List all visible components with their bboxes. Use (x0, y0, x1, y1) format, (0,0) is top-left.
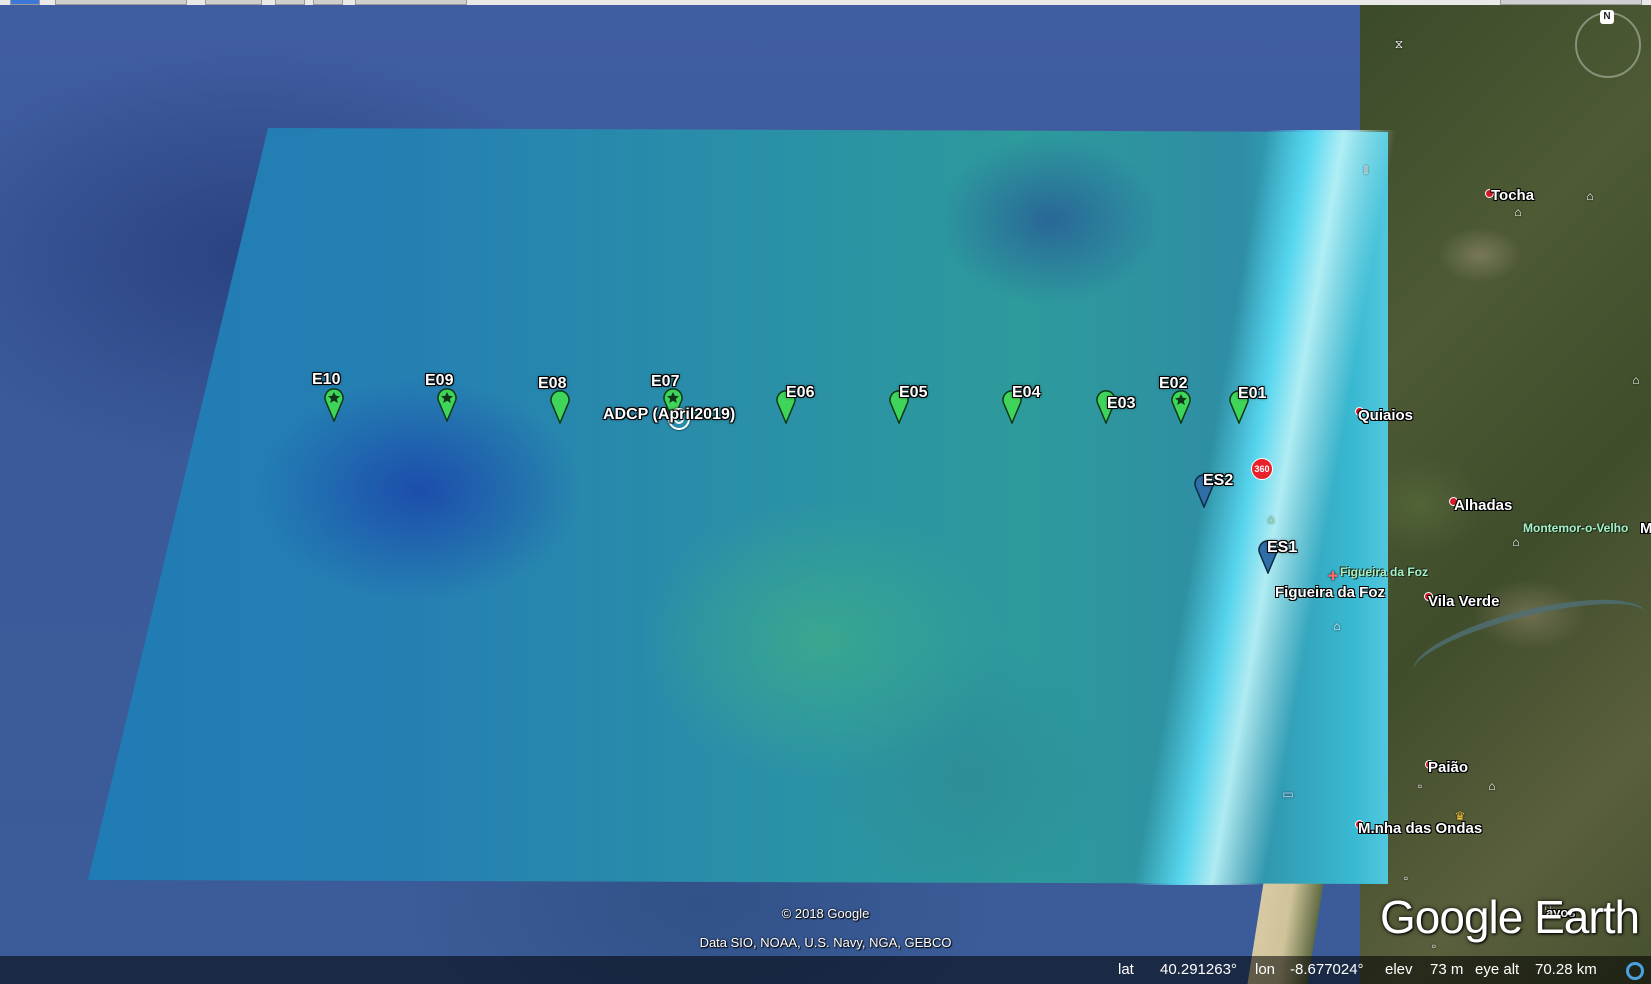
land-imagery (1360, 5, 1651, 984)
map-view[interactable]: E10 E09 E08 E07 E06 E05 E04 E03 E02 E01 … (0, 0, 1651, 984)
placemark-pin-icon[interactable] (435, 386, 459, 422)
placemark-label-es2[interactable]: ES2 (1203, 472, 1233, 490)
elev-value: 73 m (1430, 961, 1464, 978)
placemark-label-e10[interactable]: E10 (312, 371, 340, 389)
lon-value: -8.677024° (1290, 961, 1364, 978)
place-label-quiaios[interactable]: Quiaios (1358, 407, 1413, 424)
landmark-icon[interactable]: ⧖ (1391, 36, 1407, 52)
museum-icon[interactable]: ⌂ (1582, 188, 1598, 204)
park-icon[interactable]: ⌂ (1263, 511, 1279, 527)
hotel-icon[interactable]: ▭ (1280, 786, 1296, 802)
lat-value: 40.291263° (1160, 961, 1237, 978)
loading-indicator-icon (1626, 962, 1644, 980)
hospital-icon[interactable]: ✚ (1325, 568, 1341, 584)
museum-icon[interactable]: ⌂ (1628, 372, 1644, 388)
museum-icon[interactable]: ⌂ (1508, 534, 1524, 550)
status-bar: lat 40.291263° lon -8.677024° elev 73 m … (0, 956, 1651, 984)
restaurant-icon[interactable]: ǁ (1358, 162, 1374, 178)
museum-icon[interactable]: ⌂ (1510, 204, 1526, 220)
placemark-label-es1[interactable]: ES1 (1267, 539, 1297, 557)
museum-icon[interactable]: ⌂ (1484, 778, 1500, 794)
compass-north-icon[interactable]: N (1600, 10, 1614, 24)
photo-360-icon[interactable]: 360 (1251, 458, 1273, 480)
place-label-montemor[interactable]: Montemor-o-Velho (1523, 521, 1628, 535)
placemark-label-e05[interactable]: E05 (899, 384, 927, 402)
placemark-label-e08[interactable]: E08 (538, 375, 566, 393)
place-label-marinha[interactable]: M.nha das Ondas (1358, 820, 1482, 837)
eye-alt-label: eye alt (1475, 961, 1520, 978)
lat-label: lat (1118, 961, 1134, 978)
museum-icon[interactable]: ⌂ (1329, 618, 1345, 634)
place-label-figueira-small[interactable]: Figueira da Foz (1340, 565, 1428, 579)
lon-label: lon (1255, 961, 1276, 978)
place-label-vila-verde[interactable]: Vila Verde (1428, 593, 1499, 610)
placemark-label-e02[interactable]: E02 (1159, 375, 1187, 393)
placemark-label-e01[interactable]: E01 (1238, 385, 1266, 403)
poi-icon[interactable]: ▫ (1398, 870, 1414, 886)
place-label-paiao[interactable]: Paião (1428, 759, 1468, 776)
placemark-label-e09[interactable]: E09 (425, 372, 453, 390)
placemark-pin-icon[interactable] (322, 386, 346, 422)
placemark-label-e04[interactable]: E04 (1012, 384, 1040, 402)
elev-label: elev (1385, 961, 1413, 978)
placemark-pin-icon[interactable] (548, 388, 572, 424)
place-label-figueira[interactable]: Figueira da Foz (1275, 584, 1385, 601)
poi-icon[interactable]: ▫ (1412, 778, 1428, 794)
place-label-tocha[interactable]: Tocha (1491, 187, 1534, 204)
adcp-label[interactable]: ADCP (April2019) (603, 406, 735, 424)
google-earth-logo: Google Earth (1380, 891, 1640, 943)
place-label-alhadas[interactable]: Alhadas (1454, 497, 1512, 514)
placemark-label-e06[interactable]: E06 (786, 384, 814, 402)
eye-alt-value: 70.28 km (1535, 961, 1597, 978)
placemark-label-e07[interactable]: E07 (651, 373, 679, 391)
placemark-pin-icon[interactable] (1169, 388, 1193, 424)
place-label-montemor-cut[interactable]: M (1640, 520, 1651, 537)
placemark-label-e03[interactable]: E03 (1107, 395, 1135, 413)
